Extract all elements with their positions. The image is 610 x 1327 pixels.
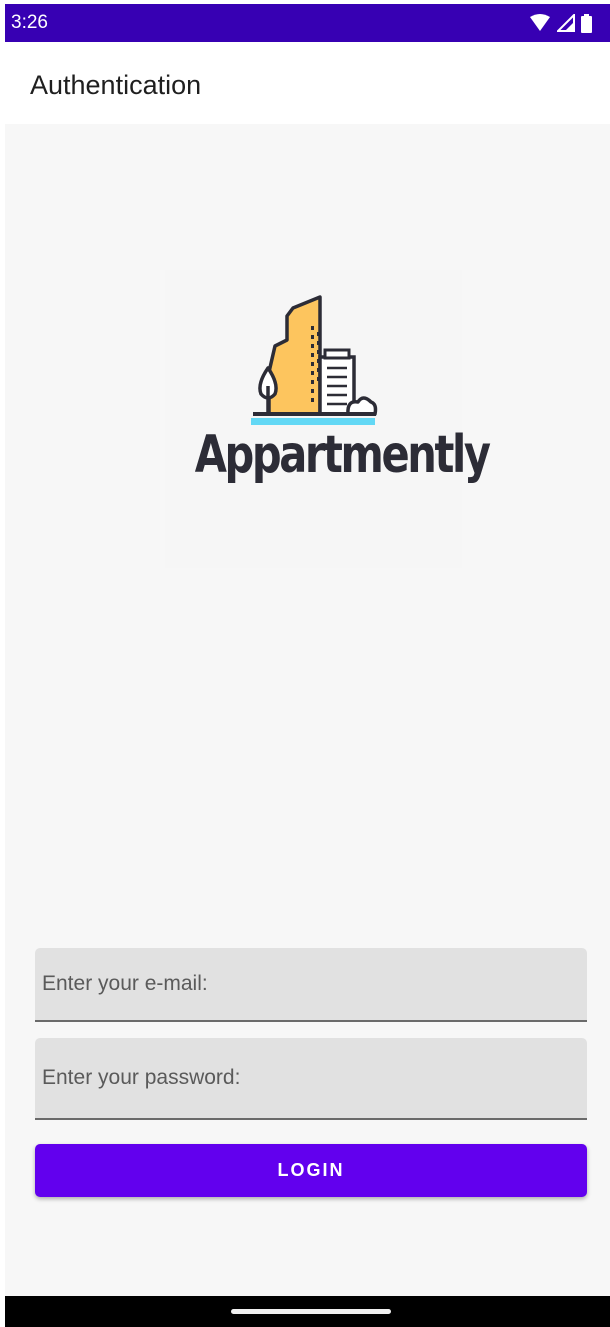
app-bar: Authentication	[5, 42, 610, 124]
email-field[interactable]	[35, 948, 587, 1022]
login-button[interactable]: LOGIN	[35, 1144, 587, 1197]
building-logo-icon	[251, 295, 378, 425]
status-bar: 3:26	[5, 4, 610, 42]
password-input[interactable]	[42, 1038, 587, 1118]
battery-icon	[581, 13, 592, 33]
home-gesture-handle[interactable]	[231, 1309, 391, 1314]
signal-icon	[557, 14, 575, 32]
main-content: Appartmently LOGIN	[5, 124, 610, 1296]
status-icons	[529, 13, 592, 33]
app-logo: Appartmently	[165, 270, 491, 568]
navigation-bar	[5, 1296, 610, 1327]
page-title: Authentication	[30, 70, 202, 100]
email-input[interactable]	[42, 948, 587, 1020]
password-field[interactable]	[35, 1038, 587, 1120]
logo-brand-text: Appartmently	[194, 425, 491, 485]
status-time: 3:26	[11, 12, 48, 33]
wifi-icon	[530, 14, 550, 31]
